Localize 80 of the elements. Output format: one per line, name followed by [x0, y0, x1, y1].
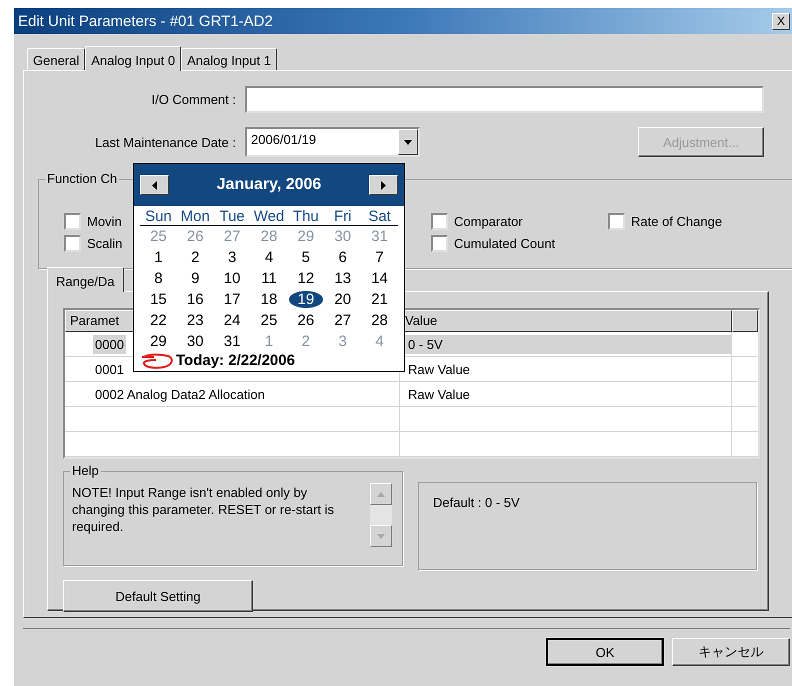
scroll-up-icon [377, 492, 385, 496]
checkbox[interactable] [608, 212, 625, 230]
checkbox[interactable] [64, 212, 81, 230]
group-title: Function Ch [45, 171, 120, 186]
help-text: NOTE! Input Range isn't enabled only by changing this parameter. RESET or re-start is required. [72, 484, 336, 535]
calendar-day[interactable]: 26 [298, 312, 314, 329]
tab[interactable]: Analog Input 0 [85, 46, 182, 71]
calendar-day[interactable]: 1 [154, 249, 163, 266]
field-label: Last Maintenance Date : [94, 134, 236, 150]
dialog-button[interactable]: キャンセル [672, 638, 790, 666]
checkbox-label: Rate of Change [631, 214, 722, 228]
calendar-day[interactable]: 18 [260, 291, 278, 308]
table-cell-text: 0002 Analog Data2 Allocation [94, 386, 266, 404]
tab[interactable]: Range/Da [47, 267, 124, 292]
tab[interactable]: General [27, 48, 86, 70]
calendar-day[interactable]: 19 [288, 291, 324, 308]
month-title: January, 2006 [216, 176, 322, 194]
default-value-text: Default : 0 - 5V [433, 495, 520, 510]
close-button[interactable]: X [772, 12, 790, 30]
checkbox[interactable] [431, 234, 448, 252]
left-arrow-icon [152, 180, 157, 190]
window-title: Edit Unit Parameters - #01 GRT1-AD2 [18, 12, 273, 30]
table-cell-text: 0001 [94, 360, 125, 378]
calendar-day[interactable]: 11 [261, 270, 277, 287]
checkbox[interactable] [64, 234, 81, 252]
calendar-day[interactable]: 17 [224, 291, 240, 308]
calendar-day[interactable]: 5 [302, 249, 310, 266]
calendar-day[interactable]: 28 [371, 312, 388, 329]
calendar-day[interactable]: 12 [298, 270, 314, 287]
tab[interactable]: Analog Input 1 [181, 48, 277, 70]
calendar-day[interactable]: 10 [224, 270, 240, 287]
checkbox[interactable] [431, 212, 448, 230]
calendar-day[interactable]: 22 [150, 312, 167, 329]
checkbox-label: Cumulated Count [454, 236, 556, 250]
scrollbar[interactable] [370, 483, 392, 547]
checkbox-label: Movin [87, 214, 122, 228]
checkbox-label: Scalin [87, 236, 122, 250]
calendar-day[interactable]: 2 [191, 249, 200, 266]
default-setting-button[interactable]: Default Setting [63, 580, 253, 612]
calendar-day[interactable]: 21 [371, 291, 388, 308]
weekday-label: Sun [144, 208, 173, 225]
field-label: I/O Comment : [150, 92, 236, 107]
scroll-down-icon [377, 534, 385, 538]
calendar-day[interactable]: 23 [186, 312, 204, 329]
calendar-day[interactable]: 7 [375, 249, 384, 266]
weekday-label: Wed [252, 208, 286, 225]
table-cell-text: Raw Value [407, 360, 471, 378]
calendar-day[interactable]: 6 [338, 249, 347, 266]
dialog-button[interactable]: OK [546, 638, 664, 666]
date-dropdown[interactable]: 2006/01/19 [245, 127, 420, 157]
calendar-day[interactable]: 27 [334, 312, 352, 329]
group-title: Help [70, 463, 101, 478]
table-cell: 0000 [93, 334, 126, 354]
calendar-day[interactable]: 16 [186, 291, 204, 308]
previous-month-button[interactable] [140, 175, 169, 195]
calendar-day[interactable]: 9 [191, 270, 200, 287]
table-row[interactable]: 0002 Analog Data2 Allocation Raw Value [65, 382, 758, 407]
next-month-button[interactable] [368, 175, 398, 195]
weekday-label: Mon [180, 208, 211, 225]
weekday-label: Tue [218, 208, 246, 225]
checkbox-label: Comparator [454, 214, 523, 228]
weekday-label: Sat [367, 208, 392, 225]
calendar-day[interactable]: 15 [150, 291, 167, 308]
table-cell-text: Raw Value [407, 386, 471, 404]
calendar-day[interactable]: 30 [186, 333, 204, 350]
comment-field[interactable] [245, 86, 764, 113]
calendar-day[interactable]: 20 [334, 291, 352, 308]
weekday-label: Thu [292, 208, 320, 225]
right-arrow-icon [380, 180, 386, 190]
calendar-day[interactable]: 24 [224, 312, 240, 329]
calendar-day[interactable]: 25 [260, 312, 278, 329]
calendar-day[interactable]: 31 [224, 333, 240, 350]
calendar-day[interactable]: 14 [371, 270, 388, 287]
calendar-day[interactable]: 13 [334, 270, 352, 287]
calendar-day[interactable]: 8 [154, 270, 163, 287]
dropdown-arrow-icon [404, 140, 412, 144]
weekday-label: Fri [332, 208, 352, 225]
calendar-day[interactable]: 4 [264, 249, 274, 266]
calendar-day[interactable]: 29 [150, 333, 167, 350]
calendar-day[interactable]: 3 [228, 249, 236, 266]
